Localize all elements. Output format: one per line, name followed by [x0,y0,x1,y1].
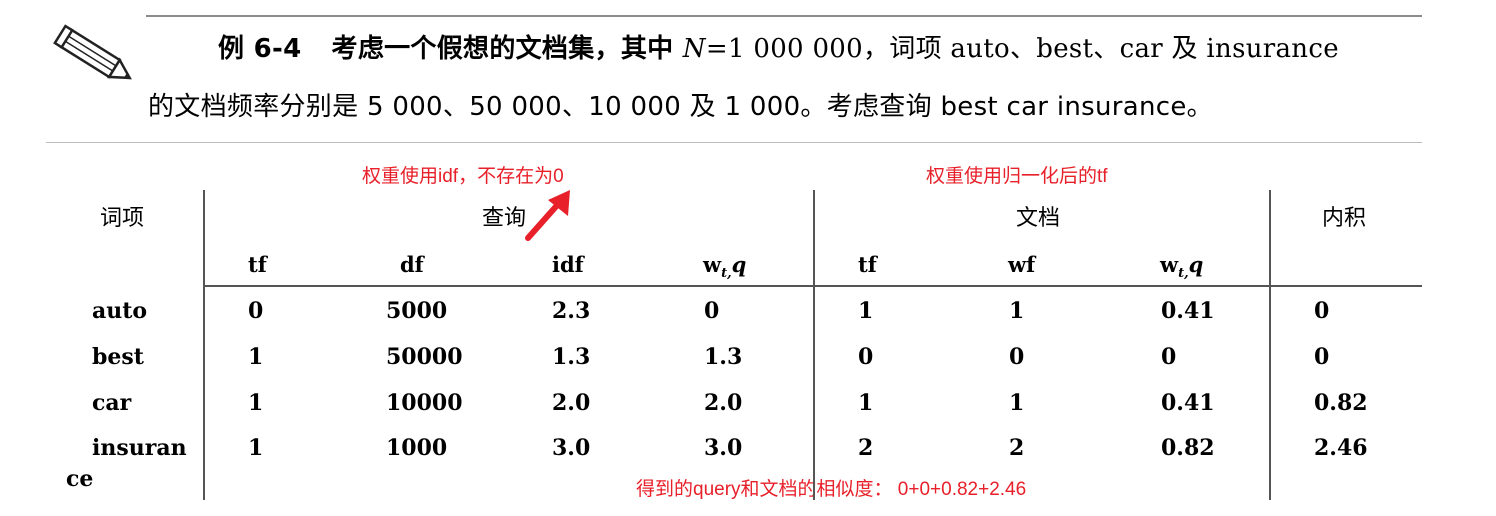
subheader-query-df: df [400,252,424,277]
cell-doc-weight: 0.41 [1161,298,1215,324]
table-divider-1 [203,190,205,500]
cell-query-idf: 2.3 [552,298,591,324]
cell-query-df: 50000 [386,344,463,370]
cell-doc-tf: 1 [858,298,874,324]
cell-query-weight: 2.0 [704,390,743,416]
red-arrow-icon [520,186,576,244]
cell-query-tf: 1 [248,435,264,461]
subheader-doc-tf: tf [858,252,877,277]
pencil-icon [52,24,144,90]
n-variable: N [682,34,706,64]
example-text-1a: 考虑一个假想的文档集，其中 [331,34,683,64]
cell-query-weight: 0 [704,298,720,324]
cell-product: 0 [1314,344,1330,370]
cell-query-df: 1000 [386,435,448,461]
cell-query-weight: 1.3 [704,344,743,370]
example-label: 例 6-4 [218,34,302,64]
cell-term-continuation: ce [66,466,94,492]
cell-term: best [92,344,144,370]
cell-product: 2.46 [1314,435,1368,461]
weight-w: w [1160,252,1179,277]
subheader-doc-wf: wf [1008,252,1036,277]
query-weight-annotation: 权重使用idf，不存在为0 [362,166,564,187]
table-divider-3 [1269,190,1271,500]
cell-product: 0.82 [1314,390,1368,416]
doc-weight-annotation: 权重使用归一化后的tf [926,166,1108,187]
cell-query-idf: 3.0 [552,435,591,461]
cell-doc-wf: 1 [1009,390,1025,416]
example-line-2: 的文档频率分别是 5 000、50 000、10 000 及 1 000。考虑查… [148,86,1213,123]
subheader-doc-weight: wt,q [1160,252,1203,281]
cell-term: auto [92,298,148,324]
subheader-query-idf: idf [552,252,584,277]
table-header-rule [203,285,1422,287]
cell-query-tf: 1 [248,344,264,370]
header-term: 词项 [100,206,145,231]
weight-subscript: t, [721,266,732,282]
cell-query-df: 10000 [386,390,463,416]
cell-query-tf: 0 [248,298,264,324]
cell-term: car [92,390,132,416]
subheader-query-weight: wt,q [703,252,746,281]
weight-w: w [703,252,722,277]
table-divider-2 [813,190,815,500]
weight-q: q [731,252,747,277]
cell-term: insuran [92,435,187,461]
header-document: 文档 [1016,206,1061,231]
weight-subscript: t, [1178,266,1189,282]
cell-query-tf: 1 [248,390,264,416]
cell-query-df: 5000 [386,298,448,324]
cell-doc-weight: 0.82 [1161,435,1215,461]
cell-doc-wf: 0 [1009,344,1025,370]
example-text-2: 的文档频率分别是 5 000、50 000、10 000 及 1 000。考虑查… [148,92,1213,122]
header-query: 查询 [482,206,527,231]
cell-doc-tf: 0 [858,344,874,370]
subheader-query-tf: tf [248,252,267,277]
cell-doc-weight: 0 [1161,344,1177,370]
cell-doc-weight: 0.41 [1161,390,1215,416]
cell-query-idf: 2.0 [552,390,591,416]
cell-doc-tf: 2 [858,435,874,461]
cell-doc-tf: 1 [858,390,874,416]
example-line-1: 例 6-4 考虑一个假想的文档集，其中 N=1 000 000，词项 auto、b… [218,28,1339,65]
cell-doc-wf: 2 [1009,435,1025,461]
header-product: 内积 [1322,206,1367,231]
weight-q: q [1188,252,1204,277]
similarity-annotation: 得到的query和文档的相似度： 0+0+0.82+2.46 [636,479,1027,500]
example-text-1b: =1 000 000，词项 auto、best、car 及 insurance [705,34,1339,64]
top-rule [146,15,1422,17]
cell-query-idf: 1.3 [552,344,591,370]
section-rule [46,142,1422,143]
cell-doc-wf: 1 [1009,298,1025,324]
cell-query-weight: 3.0 [704,435,743,461]
cell-product: 0 [1314,298,1330,324]
